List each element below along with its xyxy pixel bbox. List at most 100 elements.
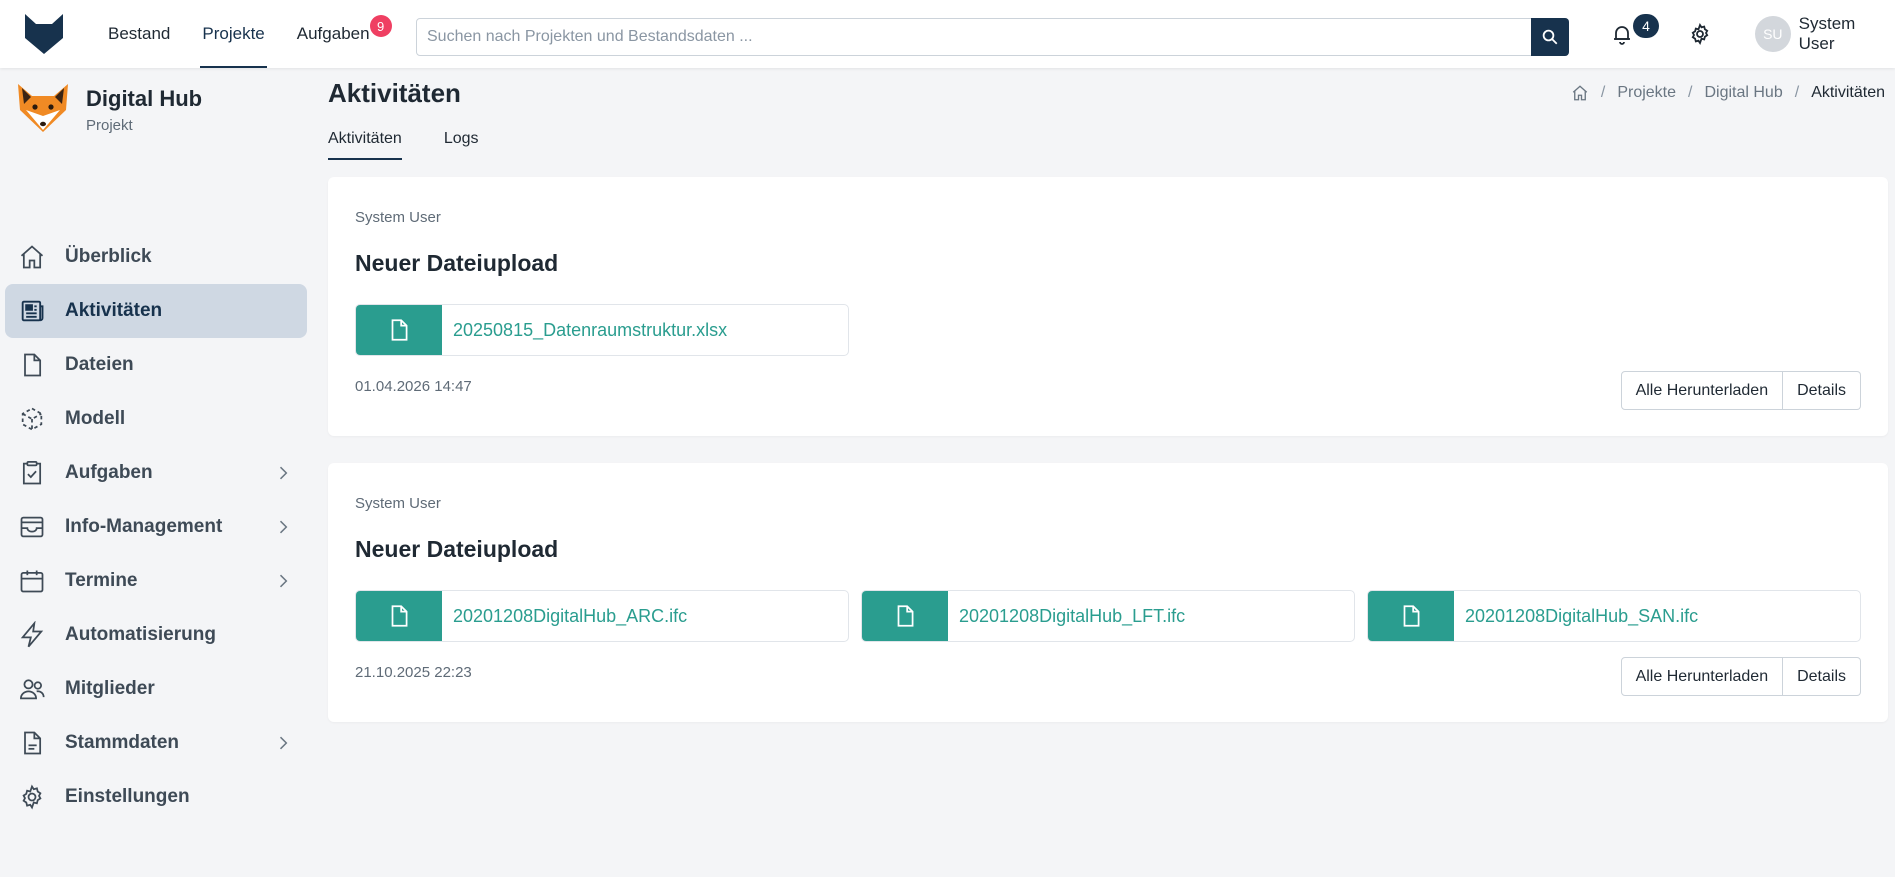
chevron-right-icon: [279, 520, 288, 534]
file-icon: [24, 353, 42, 377]
file-chip[interactable]: 20201208DigitalHub_ARC.ifc: [355, 590, 849, 642]
file-chip[interactable]: 20201208DigitalHub_SAN.ifc: [1367, 590, 1861, 642]
document-text-icon: [24, 731, 42, 755]
sidebar-item-label: Einstellungen: [65, 786, 190, 807]
breadcrumb-current: Aktivitäten: [1811, 84, 1885, 101]
gear-icon: [22, 784, 42, 810]
topnav-aufgaben[interactable]: Aufgaben 9: [281, 0, 392, 68]
sidebar-item-mitglieder[interactable]: Mitglieder: [5, 662, 307, 716]
file-name: 20201208DigitalHub_ARC.ifc: [453, 605, 688, 626]
sidebar-item-modell[interactable]: Modell: [5, 392, 307, 446]
download-all-button[interactable]: Alle Herunterladen: [1620, 371, 1784, 410]
sidebar-item-aufgaben[interactable]: Aufgaben: [5, 446, 307, 500]
users-icon: [20, 679, 45, 700]
sidebar-item-label: Automatisierung: [65, 624, 216, 645]
topnav-aufgaben-label: Aufgaben: [296, 24, 370, 43]
calendar-icon: [20, 570, 44, 593]
top-bar: Bestand Projekte Aufgaben 9 4 SU System …: [0, 0, 1895, 68]
download-all-button[interactable]: Alle Herunterladen: [1620, 657, 1784, 696]
sidebar-item-label: Termine: [65, 570, 138, 591]
activity-actions: Alle Herunterladen Details: [1620, 657, 1861, 696]
notification-count-badge: 4: [1633, 14, 1659, 38]
chevron-right-icon: [279, 466, 288, 480]
activity-title: Neuer Dateiupload: [355, 536, 559, 562]
project-subtitle: Projekt: [86, 117, 133, 134]
file-chip[interactable]: 20250815_Datenraumstruktur.xlsx: [355, 304, 849, 356]
file-name: 20201208DigitalHub_SAN.ifc: [1465, 605, 1699, 626]
fox-mascot-icon: [18, 84, 68, 132]
project-title: Digital Hub: [86, 86, 203, 111]
cube-icon: [21, 407, 43, 431]
tab-aktivitaeten[interactable]: Aktivitäten: [328, 130, 402, 160]
file-icon: [391, 605, 408, 627]
topnav-projekte[interactable]: Projekte: [186, 0, 280, 68]
activity-actions: Alle Herunterladen Details: [1620, 371, 1861, 410]
app-logo-icon[interactable]: [22, 12, 66, 56]
breadcrumb-projekte[interactable]: Projekte: [1617, 84, 1676, 102]
activity-user: System User: [355, 209, 441, 226]
sidebar-item-label: Mitglieder: [65, 678, 155, 699]
file-icon: [897, 605, 914, 627]
sidebar-item-label: Stammdaten: [65, 732, 180, 753]
lightning-icon: [20, 621, 44, 648]
search-button[interactable]: [1531, 18, 1569, 56]
sidebar-item-label: Aktivitäten: [65, 300, 163, 321]
activity-user: System User: [355, 495, 441, 512]
breadcrumb: / Projekte / Digital Hub / Aktivitäten: [1571, 84, 1885, 102]
page-title: Aktivitäten: [328, 78, 461, 108]
breadcrumb-separator: /: [1600, 84, 1606, 101]
sidebar: Überblick Aktivitäten Dateien Modell Auf…: [5, 230, 307, 824]
details-button[interactable]: Details: [1783, 657, 1861, 696]
tab-bar: Aktivitäten Logs: [328, 130, 521, 160]
file-list: 20250815_Datenraumstruktur.xlsx: [355, 304, 849, 356]
sidebar-item-info-management[interactable]: Info-Management: [5, 500, 307, 554]
sidebar-item-label: Modell: [65, 408, 126, 429]
top-nav: Bestand Projekte Aufgaben 9: [92, 0, 392, 68]
sidebar-item-automatisierung[interactable]: Automatisierung: [5, 608, 307, 662]
settings-gear-icon[interactable]: [1688, 22, 1712, 46]
sidebar-item-dateien[interactable]: Dateien: [5, 338, 307, 392]
sidebar-item-ueberblick[interactable]: Überblick: [5, 230, 307, 284]
search-input[interactable]: [417, 19, 1531, 55]
sidebar-item-label: Überblick: [65, 246, 152, 267]
breadcrumb-digital-hub[interactable]: Digital Hub: [1704, 84, 1782, 102]
tasks-count-badge: 9: [369, 15, 392, 37]
sidebar-item-stammdaten[interactable]: Stammdaten: [5, 716, 307, 770]
newspaper-icon: [21, 300, 44, 322]
inbox-icon: [20, 516, 44, 538]
tab-logs[interactable]: Logs: [444, 130, 479, 160]
chevron-right-icon: [279, 736, 288, 750]
file-name: 20250815_Datenraumstruktur.xlsx: [453, 319, 728, 340]
file-icon: [391, 319, 408, 341]
user-menu[interactable]: SU System User: [1755, 14, 1895, 53]
file-list: 20201208DigitalHub_ARC.ifc 20201208Digit…: [355, 590, 1861, 642]
avatar: SU: [1755, 16, 1791, 52]
global-search: [416, 18, 1569, 56]
activity-date: 01.04.2026 14:47: [355, 378, 472, 395]
activity-card: System User Neuer Dateiupload 20201208Di…: [328, 463, 1888, 722]
chevron-right-icon: [279, 574, 288, 588]
activity-title: Neuer Dateiupload: [355, 250, 559, 276]
file-name: 20201208DigitalHub_LFT.ifc: [959, 605, 1186, 626]
breadcrumb-separator: /: [1794, 84, 1800, 101]
home-icon[interactable]: [1571, 84, 1589, 102]
bell-icon[interactable]: [1610, 22, 1634, 46]
sidebar-item-label: Aufgaben: [65, 462, 153, 483]
sidebar-item-termine[interactable]: Termine: [5, 554, 307, 608]
topnav-bestand[interactable]: Bestand: [92, 0, 186, 68]
sidebar-item-label: Info-Management: [65, 516, 223, 537]
user-name: System User: [1798, 14, 1856, 53]
breadcrumb-separator: /: [1688, 84, 1693, 101]
file-chip[interactable]: 20201208DigitalHub_LFT.ifc: [861, 590, 1355, 642]
sidebar-item-label: Dateien: [65, 354, 134, 375]
sidebar-item-aktivitaeten[interactable]: Aktivitäten: [5, 284, 307, 338]
project-header: Digital Hub Projekt: [14, 80, 202, 138]
activity-date: 21.10.2025 22:23: [355, 664, 472, 681]
sidebar-item-einstellungen[interactable]: Einstellungen: [5, 770, 307, 824]
details-button[interactable]: Details: [1783, 371, 1861, 410]
search-icon: [1542, 29, 1558, 45]
clipboard-check-icon: [22, 461, 42, 485]
home-icon: [20, 245, 44, 269]
activity-card: System User Neuer Dateiupload 20250815_D…: [328, 177, 1888, 436]
file-icon: [1403, 605, 1420, 627]
